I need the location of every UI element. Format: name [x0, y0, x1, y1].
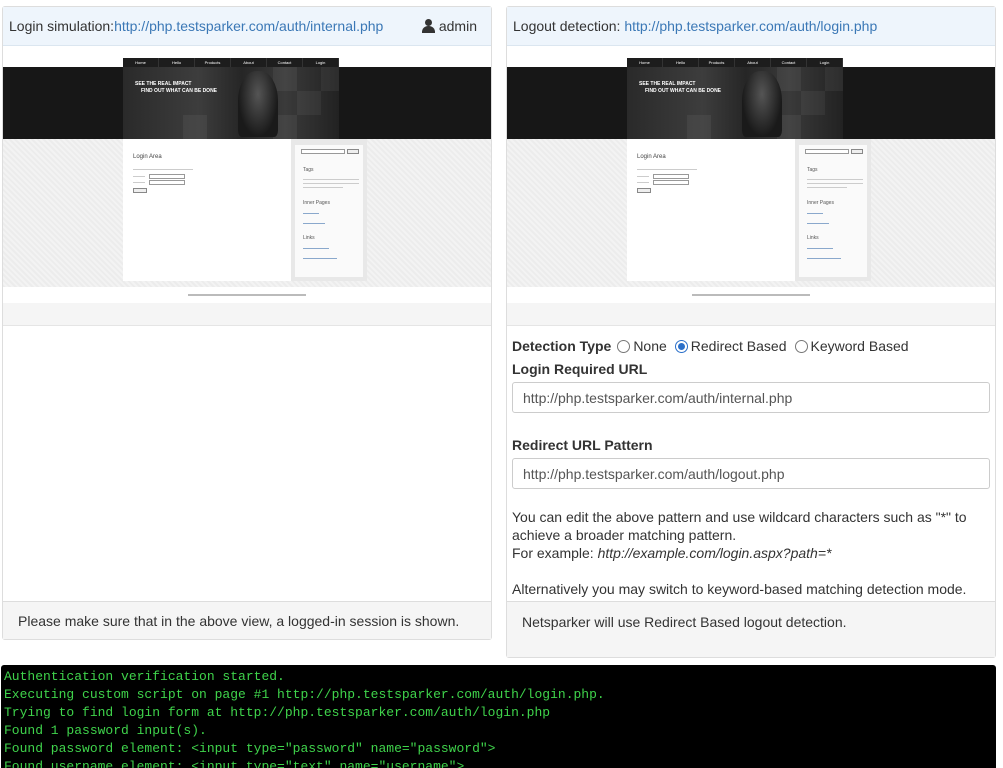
preview-nav-item: About [735, 58, 771, 67]
preview-content: Login Area [123, 139, 291, 281]
console-line: Found 1 password input(s). [4, 723, 207, 738]
preview-content-title: Login Area [133, 154, 162, 160]
preview-content-title: Login Area [637, 154, 666, 160]
logout-detection-title: Logout detection: [513, 18, 625, 34]
preview-hero-line2: FIND OUT WHAT CAN BE DONE [141, 88, 218, 94]
help-alternative-text: Alternatively you may switch to keyword-… [512, 581, 967, 597]
login-simulation-panel: Login simulation: http://php.testsparker… [2, 6, 492, 640]
preview-nav-item: About [231, 58, 267, 67]
preview-nav-item: Home [627, 58, 663, 67]
preview-hero-line1: SEE THE REAL IMPACT [135, 81, 192, 87]
redirect-pattern-help: You can edit the above pattern and use w… [512, 508, 990, 598]
logout-detection-heading: Logout detection: http://php.testsparker… [507, 7, 995, 46]
help-example-prefix: For example: [512, 545, 598, 561]
preview-nav-item: Contact [771, 58, 807, 67]
detection-type-row: Detection Type None Redirect Based Keywo… [512, 336, 990, 356]
preview-sidebar: Tags Inner Pages Links [291, 139, 367, 281]
preview-sidebar-links: Links [303, 235, 315, 241]
console-line: Trying to find login form at http://php.… [4, 705, 551, 720]
detection-none-radio[interactable] [617, 339, 631, 353]
logout-detection-preview: Home Hello Products About Contact Login … [507, 46, 995, 326]
detection-redirect-option[interactable]: Redirect Based [674, 338, 787, 354]
help-wildcard-text: You can edit the above pattern and use w… [512, 509, 967, 543]
preview-hero-line2: FIND OUT WHAT CAN BE DONE [645, 88, 722, 94]
preview-nav-item: Contact [267, 58, 303, 67]
preview-sidebar-links: Links [807, 235, 819, 241]
detection-keyword-option[interactable]: Keyword Based [794, 338, 909, 354]
help-example-line: For example: http://example.com/login.as… [512, 544, 990, 562]
login-simulation-heading: Login simulation: http://php.testsparker… [3, 7, 491, 46]
logout-detection-panel: Logout detection: http://php.testsparker… [506, 6, 996, 658]
redirect-pattern-label: Redirect URL Pattern [512, 437, 653, 453]
preview-hero-banner: SEE THE REAL IMPACT FIND OUT WHAT CAN BE… [123, 67, 339, 139]
detection-none-label: None [633, 338, 667, 354]
preview-content: Login Area [627, 139, 795, 281]
preview-sidebar-tags: Tags [303, 167, 314, 173]
login-simulation-footer-text: Please make sure that in the above view,… [18, 612, 460, 629]
preview-nav-item: Products [195, 58, 231, 67]
logout-detection-form: Detection Type None Redirect Based Keywo… [507, 327, 995, 598]
detection-none-option[interactable]: None [617, 338, 667, 354]
preview-sidebar-tags: Tags [807, 167, 818, 173]
preview-nav-item: Login [303, 58, 339, 67]
login-required-url-label: Login Required URL [512, 361, 648, 377]
login-required-url-input[interactable] [512, 382, 990, 413]
preview-nav: Home Hello Products About Contact Login [123, 58, 339, 67]
console-line: Found username element: <input type="tex… [4, 759, 465, 768]
detection-keyword-label: Keyword Based [810, 338, 909, 354]
user-indicator: admin [421, 18, 485, 34]
preview-hero-banner: SEE THE REAL IMPACT FIND OUT WHAT CAN BE… [627, 67, 843, 139]
user-icon [421, 19, 435, 33]
preview-nav-item: Home [123, 58, 159, 67]
preview-sidebar: Tags Inner Pages Links [795, 139, 871, 281]
logout-detection-url-link[interactable]: http://php.testsparker.com/auth/login.ph… [624, 18, 877, 34]
detection-keyword-radio[interactable] [794, 339, 808, 353]
preview-sidebar-pages: Inner Pages [303, 200, 330, 206]
login-simulation-url-link[interactable]: http://php.testsparker.com/auth/internal… [114, 18, 383, 34]
console-line: Found password element: <input type="pas… [4, 741, 496, 756]
preview-nav-item: Hello [159, 58, 195, 67]
preview-sidebar-pages: Inner Pages [807, 200, 834, 206]
detection-redirect-label: Redirect Based [690, 338, 787, 354]
verification-console: Authentication verification started. Exec… [1, 665, 996, 768]
preview-nav-item: Hello [663, 58, 699, 67]
login-simulation-preview: Home Hello Products About Contact Login … [3, 46, 491, 326]
detection-type-label: Detection Type [512, 338, 612, 354]
logout-detection-footer-text: Netsparker will use Redirect Based logou… [522, 613, 847, 630]
preview-hero-line1: SEE THE REAL IMPACT [639, 81, 696, 87]
preview-nav-item: Login [807, 58, 843, 67]
preview-nav: Home Hello Products About Contact Login [627, 58, 843, 67]
console-line: Authentication verification started. [4, 669, 285, 684]
redirect-pattern-input[interactable] [512, 458, 990, 489]
login-simulation-title: Login simulation: [9, 18, 115, 34]
preview-nav-item: Products [699, 58, 735, 67]
login-simulation-footer: Please make sure that in the above view,… [3, 601, 491, 639]
username-label: admin [438, 18, 477, 34]
console-line: Executing custom script on page #1 http:… [4, 687, 605, 702]
detection-redirect-radio[interactable] [674, 339, 688, 353]
help-example-url: http://example.com/login.aspx?path=* [597, 545, 832, 561]
logout-detection-footer: Netsparker will use Redirect Based logou… [507, 601, 995, 657]
